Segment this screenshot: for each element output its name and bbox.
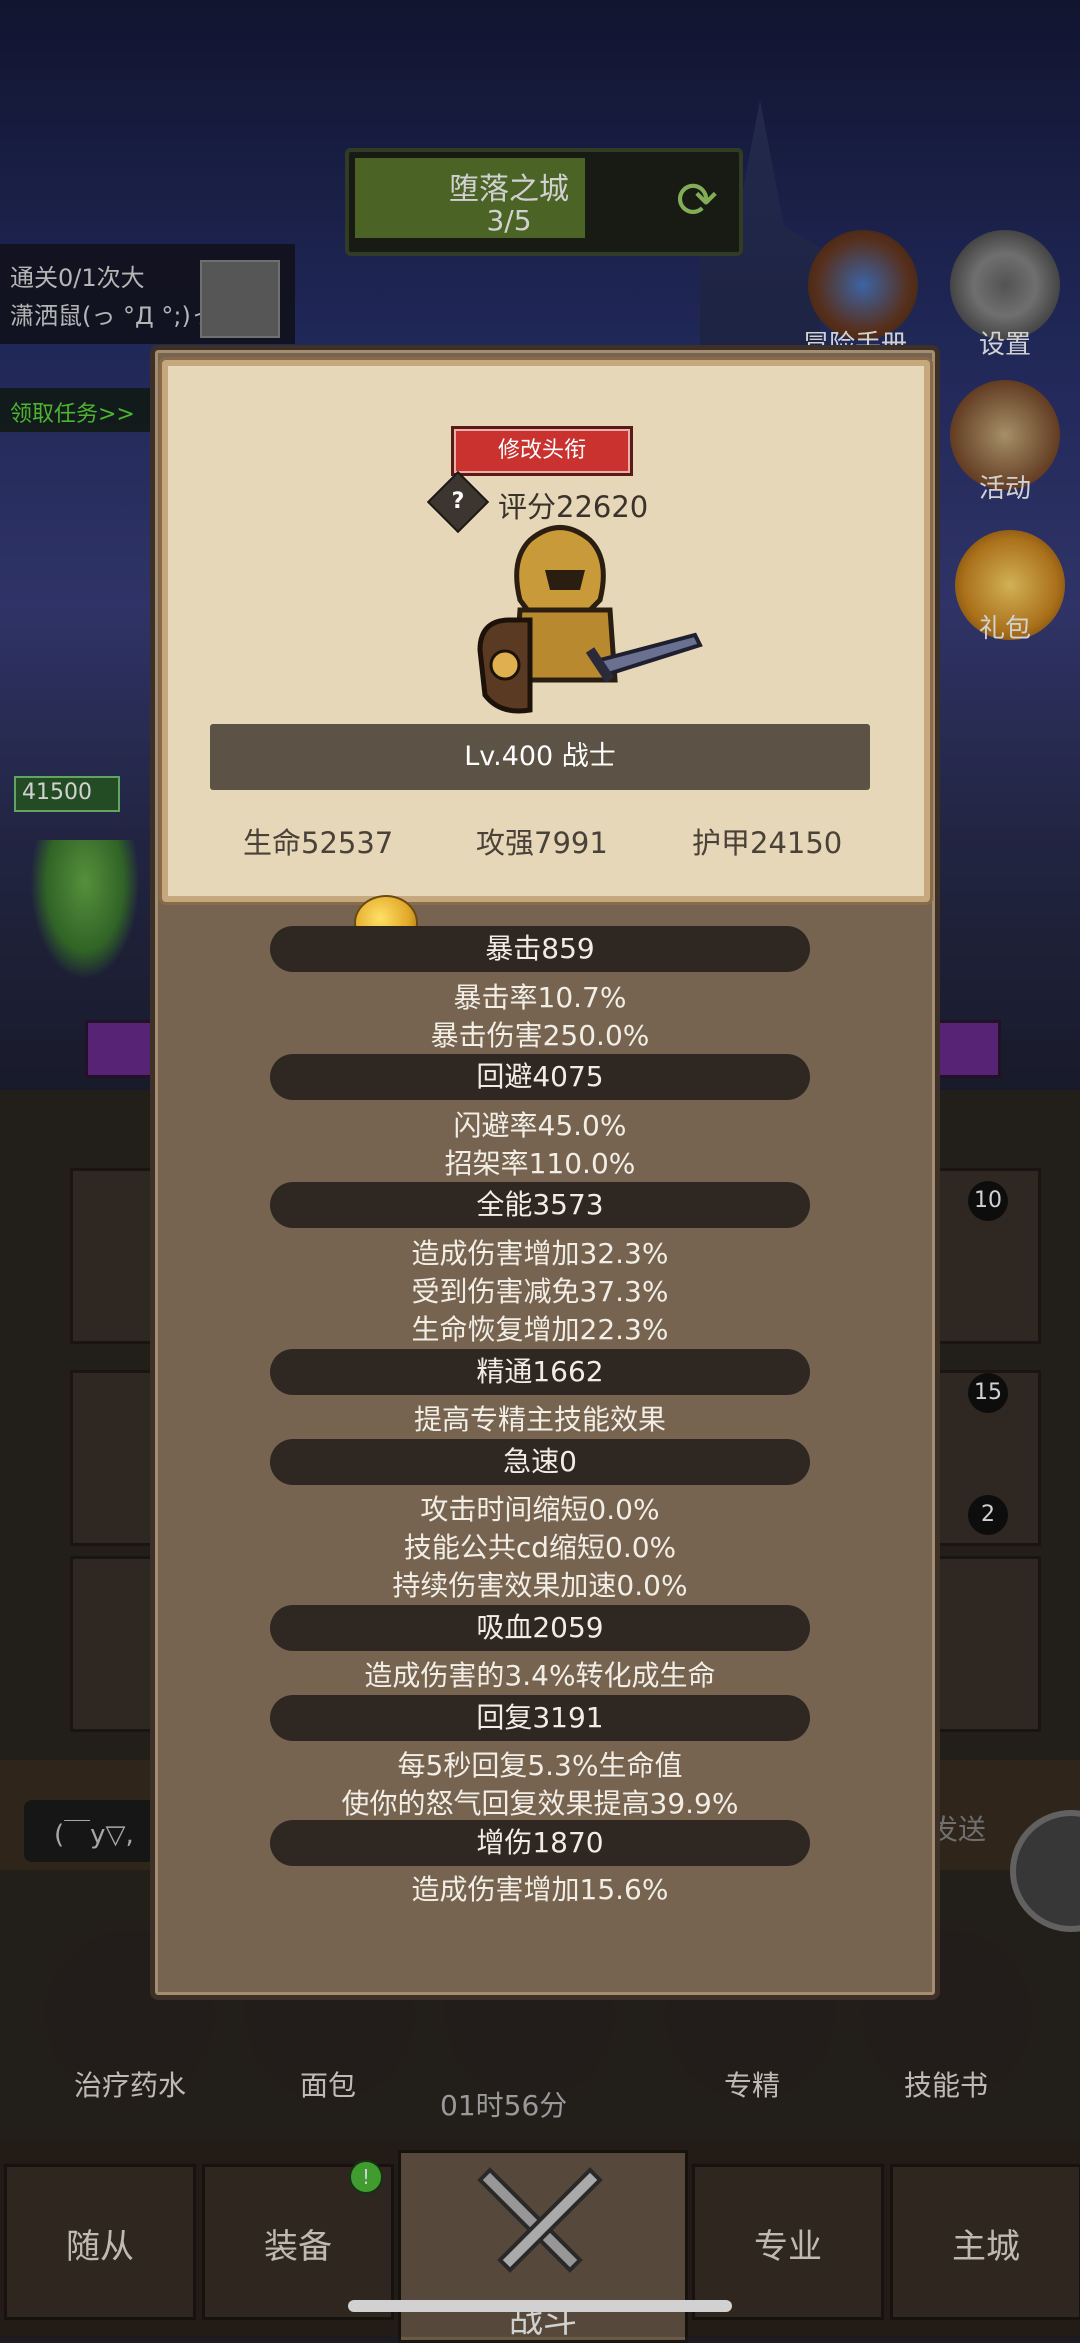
detail-line: 招架率110.0% bbox=[444, 1147, 636, 1180]
section-damage-bonus: 增伤1870 bbox=[270, 1820, 810, 1866]
section-avoidance: 回避4075 bbox=[270, 1054, 810, 1100]
section-crit: 暴击859 bbox=[270, 926, 810, 972]
stat-attack-power: 攻强7991 bbox=[476, 826, 608, 860]
detail-line: 提高专精主技能效果 bbox=[413, 1403, 666, 1436]
section-title: 精通1662 bbox=[476, 1355, 604, 1388]
level-class-label: Lv.400 战士 bbox=[464, 741, 616, 772]
section-haste: 急速0 bbox=[270, 1439, 810, 1485]
edit-title-button[interactable]: 修改头衔 bbox=[451, 426, 633, 476]
detail-line: 使你的怒气回复效果提高39.9% bbox=[341, 1787, 739, 1820]
edit-title-label: 修改头衔 bbox=[497, 438, 586, 463]
section-title: 全能3573 bbox=[476, 1188, 604, 1221]
section-title: 暴击859 bbox=[485, 932, 595, 965]
section-title: 回避4075 bbox=[476, 1060, 604, 1093]
detail-line: 生命恢复增加22.3% bbox=[411, 1313, 669, 1346]
section-title: 吸血2059 bbox=[476, 1611, 604, 1644]
section-regen: 回复3191 bbox=[270, 1695, 810, 1741]
section-versatility: 全能3573 bbox=[270, 1182, 810, 1228]
detail-line: 技能公共cd缩短0.0% bbox=[403, 1531, 677, 1564]
detail-line: 持续伤害效果加速0.0% bbox=[392, 1569, 688, 1602]
detail-line: 每5秒回复5.3%生命值 bbox=[397, 1749, 683, 1782]
warrior-sprite bbox=[477, 525, 703, 714]
section-mastery: 精通1662 bbox=[270, 1349, 810, 1395]
stat-hp: 生命52537 bbox=[243, 826, 394, 860]
detail-line: 攻击时间缩短0.0% bbox=[420, 1493, 660, 1526]
detail-line: 造成伤害增加15.6% bbox=[411, 1873, 669, 1906]
section-lifesteal: 吸血2059 bbox=[270, 1605, 810, 1651]
section-title: 急速0 bbox=[503, 1445, 577, 1478]
detail-line: 闪避率45.0% bbox=[453, 1109, 627, 1142]
detail-line: 受到伤害减免37.3% bbox=[411, 1275, 669, 1308]
detail-line: 造成伤害增加32.3% bbox=[411, 1237, 669, 1270]
section-title: 增伤1870 bbox=[476, 1826, 604, 1859]
detail-line: 造成伤害的3.4%转化成生命 bbox=[364, 1659, 716, 1692]
detail-line: 暴击伤害250.0% bbox=[430, 1019, 650, 1052]
section-title: 回复3191 bbox=[476, 1701, 604, 1734]
detail-line: 暴击率10.7% bbox=[453, 981, 627, 1014]
stat-armor: 护甲24150 bbox=[692, 826, 843, 860]
level-class-bar: Lv.400 战士 bbox=[210, 724, 870, 790]
